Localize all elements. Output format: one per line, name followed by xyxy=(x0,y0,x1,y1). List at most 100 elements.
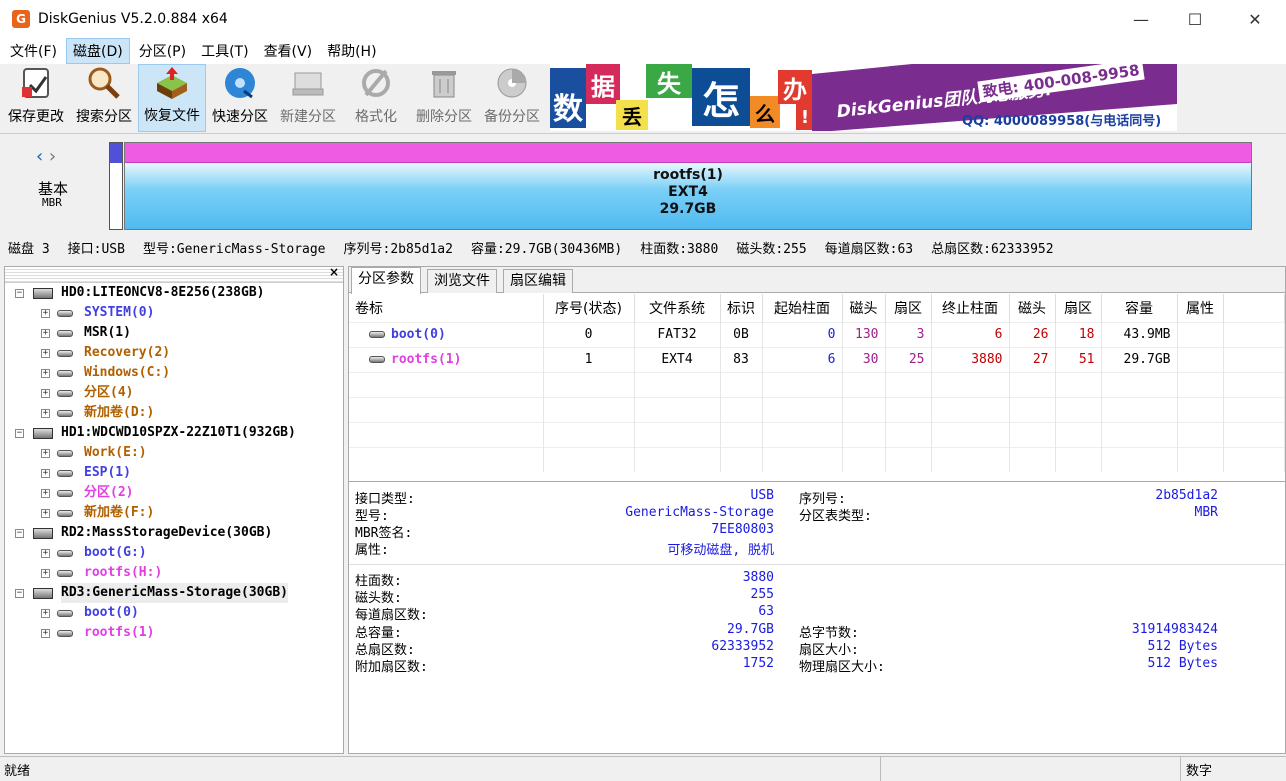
backup-partition-button[interactable]: 备份分区 xyxy=(478,64,546,132)
column-header[interactable]: 终止柱面 xyxy=(931,294,1010,322)
table-cell xyxy=(1055,371,1102,397)
column-header[interactable]: 扇区 xyxy=(885,294,932,322)
partition-block-boot[interactable] xyxy=(109,142,123,230)
new-partition-button[interactable]: 新建分区 xyxy=(274,64,342,132)
table-cell: 30 xyxy=(842,346,886,372)
column-header[interactable]: 磁头 xyxy=(842,294,886,322)
table-cell xyxy=(1055,446,1102,472)
expand-icon[interactable]: + xyxy=(41,489,50,498)
column-header[interactable]: 容量 xyxy=(1101,294,1178,322)
tree-disk-node[interactable]: − RD3:GenericMass-Storage(30GB) xyxy=(5,583,343,603)
table-cell xyxy=(1055,396,1102,422)
tree-partition-node[interactable]: + 分区(4) xyxy=(5,383,343,403)
column-header[interactable]: 序号(状态) xyxy=(543,294,635,322)
expand-icon[interactable]: + xyxy=(41,349,50,358)
menu-partition[interactable]: 分区(P) xyxy=(133,39,192,63)
tree-partition-node[interactable]: + Work(E:) xyxy=(5,443,343,463)
collapse-icon[interactable]: − xyxy=(15,589,24,598)
column-header[interactable]: 扇区 xyxy=(1055,294,1102,322)
collapse-icon[interactable]: − xyxy=(15,529,24,538)
search-partition-button[interactable]: 搜索分区 xyxy=(70,64,138,132)
banner-char: 失 xyxy=(646,64,692,98)
tree-partition-node[interactable]: + ESP(1) xyxy=(5,463,343,483)
chevron-right-icon[interactable]: › xyxy=(43,146,56,167)
table-cell: 0 xyxy=(762,321,843,347)
expand-icon[interactable]: + xyxy=(41,549,50,558)
tree-disk-node[interactable]: − RD2:MassStorageDevice(30GB) xyxy=(5,523,343,543)
minimize-button[interactable]: — xyxy=(1112,0,1170,38)
expand-icon[interactable]: + xyxy=(41,369,50,378)
partition-icon xyxy=(57,630,73,637)
menu-disk[interactable]: 磁盘(D) xyxy=(65,38,130,64)
column-header[interactable]: 属性 xyxy=(1177,294,1224,322)
expand-icon[interactable]: + xyxy=(41,469,50,478)
tree-disk-node[interactable]: − HD0:LITEONCV8-8E256(238GB) xyxy=(5,283,343,303)
expand-icon[interactable]: + xyxy=(41,389,50,398)
expand-icon[interactable]: + xyxy=(41,629,50,638)
expand-icon[interactable]: + xyxy=(41,329,50,338)
partition-block-rootfs[interactable]: rootfs(1) EXT4 29.7GB xyxy=(124,142,1252,230)
expand-icon[interactable]: + xyxy=(41,409,50,418)
tree-partition-node[interactable]: + rootfs(H:) xyxy=(5,563,343,583)
column-header[interactable]: 文件系统 xyxy=(634,294,721,322)
tab-sector-edit[interactable]: 扇区编辑 xyxy=(503,269,573,293)
partition-icon xyxy=(369,331,385,338)
tab-partition-params[interactable]: 分区参数 xyxy=(351,267,421,294)
close-button[interactable]: ✕ xyxy=(1226,0,1284,38)
expand-icon[interactable]: + xyxy=(41,449,50,458)
expand-icon[interactable]: + xyxy=(41,609,50,618)
save-changes-button[interactable]: 保存更改 xyxy=(2,64,70,132)
tree-partition-node[interactable]: + SYSTEM(0) xyxy=(5,303,343,323)
close-icon[interactable]: × xyxy=(329,265,339,279)
table-row[interactable]: rootfs(1) 1 EXT4 83 6 30 25 3880 27 51 29.7GB xyxy=(349,346,1285,372)
disk-nav-arrows[interactable]: ‹ › xyxy=(36,146,56,167)
delete-partition-button[interactable]: 删除分区 xyxy=(410,64,478,132)
tree-partition-node[interactable]: + Windows(C:) xyxy=(5,363,343,383)
maximize-button[interactable]: ☐ xyxy=(1166,0,1224,38)
tree-partition-node[interactable]: + 新加卷(F:) xyxy=(5,503,343,523)
tree-partition-node[interactable]: + 分区(2) xyxy=(5,483,343,503)
expand-icon[interactable]: + xyxy=(41,509,50,518)
menu-help[interactable]: 帮助(H) xyxy=(321,39,382,63)
tree-node-label: SYSTEM(0) xyxy=(84,305,155,320)
tree-partition-node[interactable]: + MSR(1) xyxy=(5,323,343,343)
table-cell xyxy=(349,371,544,397)
hard-disk-icon xyxy=(33,428,53,439)
column-header[interactable]: 卷标 xyxy=(349,294,544,322)
disk-properties-panel: 接口类型: USB 型号: GenericMass-Storage MBR签名:… xyxy=(349,481,1285,753)
expand-icon[interactable]: + xyxy=(41,569,50,578)
table-cell xyxy=(885,396,932,422)
table-cell xyxy=(842,371,886,397)
table-cell: 0 xyxy=(543,321,635,347)
partition-block-rootfs-header xyxy=(125,143,1251,163)
expand-icon[interactable]: + xyxy=(41,309,50,318)
collapse-icon[interactable]: − xyxy=(15,289,24,298)
menu-tools[interactable]: 工具(T) xyxy=(195,39,254,63)
cylinders-value: 3880 xyxy=(742,570,774,585)
table-cell xyxy=(842,446,886,472)
column-header[interactable]: 标识 xyxy=(720,294,763,322)
quick-partition-button[interactable]: 快速分区 xyxy=(206,64,274,132)
recover-files-button[interactable]: 恢复文件 xyxy=(138,64,206,132)
column-header[interactable]: 磁头 xyxy=(1009,294,1056,322)
tree-disk-node[interactable]: − HD1:WDCWD10SPZX-22Z10T1(932GB) xyxy=(5,423,343,443)
tree-partition-node[interactable]: + boot(0) xyxy=(5,603,343,623)
backup-partition-label: 备份分区 xyxy=(484,109,540,125)
table-cell xyxy=(720,396,763,422)
format-button[interactable]: 格式化 xyxy=(342,64,410,132)
tree-partition-node[interactable]: + boot(G:) xyxy=(5,543,343,563)
column-header[interactable]: 起始柱面 xyxy=(762,294,843,322)
tree-partition-node[interactable]: + Recovery(2) xyxy=(5,343,343,363)
table-cell xyxy=(842,421,886,447)
tree-partition-node[interactable]: + 新加卷(D:) xyxy=(5,403,343,423)
banner-char: 怎 xyxy=(692,68,750,126)
table-row[interactable]: boot(0) 0 FAT32 0B 0 130 3 6 26 18 43.9MB xyxy=(349,321,1285,347)
ad-banner[interactable]: 数 据 丢 失 怎 么 办 ! DiskGenius团队为您服务! 致电: 40… xyxy=(550,64,1177,131)
tab-browse-files[interactable]: 浏览文件 xyxy=(427,269,497,293)
menu-view[interactable]: 查看(V) xyxy=(258,39,319,63)
table-cell xyxy=(634,421,721,447)
menu-file[interactable]: 文件(F) xyxy=(4,39,63,63)
tree-partition-node[interactable]: + rootfs(1) xyxy=(5,623,343,643)
collapse-icon[interactable]: − xyxy=(15,429,24,438)
recover-files-label: 恢复文件 xyxy=(144,108,200,124)
